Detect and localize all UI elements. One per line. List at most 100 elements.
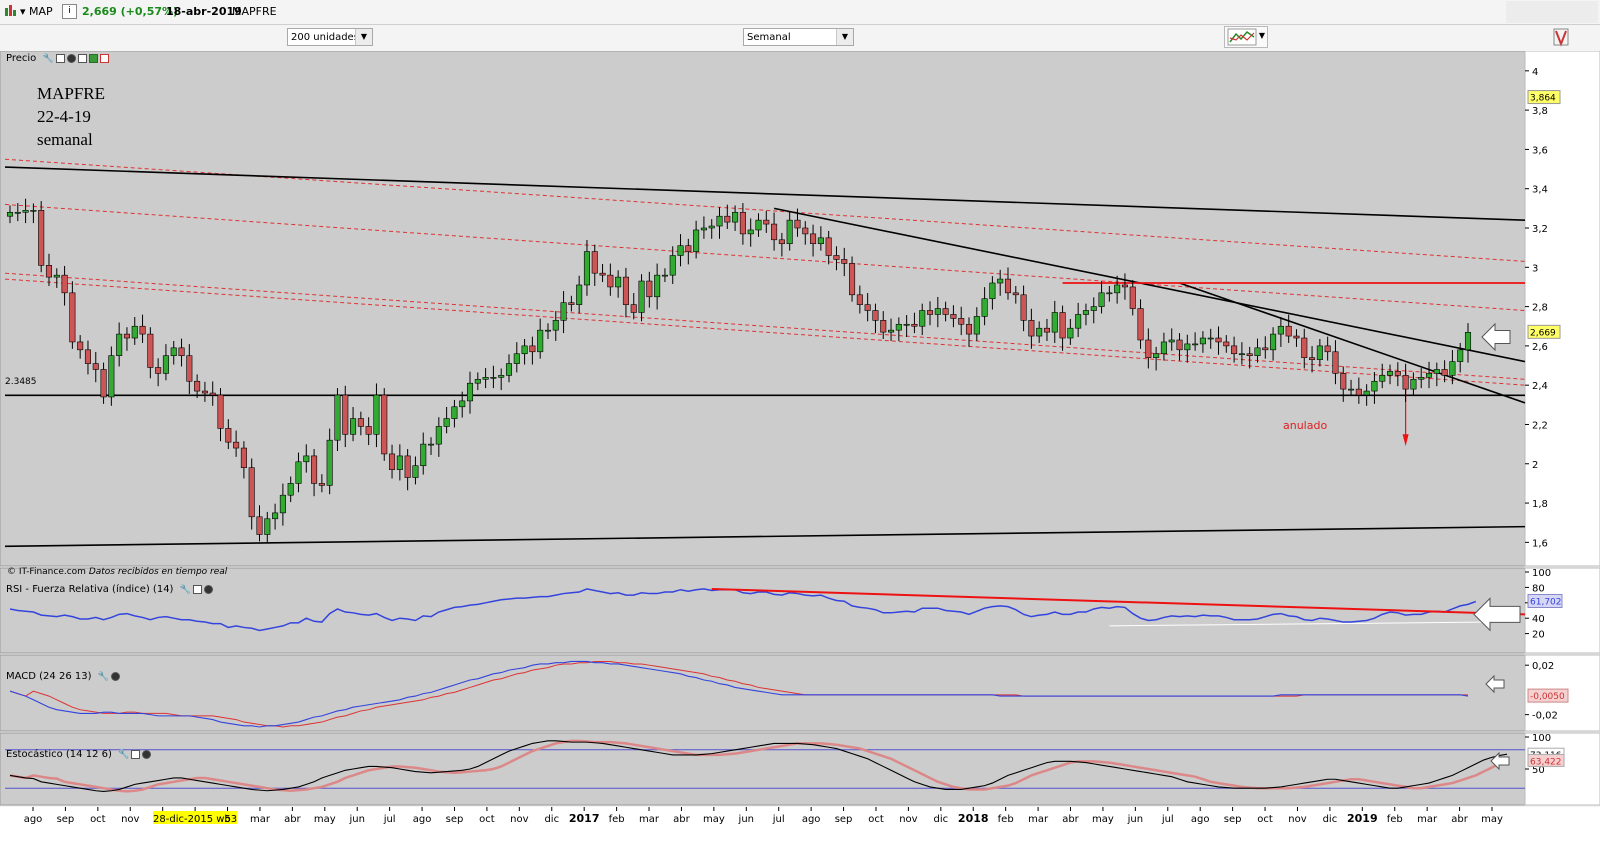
window-icon[interactable] — [131, 749, 141, 759]
candle-body — [794, 219, 801, 229]
candle-body — [295, 461, 302, 484]
candle-body — [1145, 339, 1152, 358]
candle-body — [1301, 337, 1308, 358]
candle-body — [92, 363, 99, 370]
x-tick-label: feb — [998, 814, 1014, 825]
export-icon[interactable] — [88, 53, 98, 63]
period-select[interactable]: Semanal ▼ — [743, 28, 854, 46]
wrench-icon[interactable]: 🔧 — [42, 54, 53, 64]
candle-body — [1137, 308, 1144, 341]
candle-body — [217, 394, 224, 429]
candle-body — [599, 272, 606, 276]
x-tick-label: b — [224, 814, 230, 825]
candle-body — [1004, 278, 1012, 294]
candle-body — [693, 229, 700, 252]
info-icon[interactable]: i — [62, 4, 77, 19]
chevron-down-icon: ▾ — [20, 5, 26, 18]
price-badge-label: 3,864 — [1530, 94, 1556, 104]
candle-body — [225, 428, 232, 443]
macd-tick-label: -0,02 — [1532, 711, 1558, 722]
candle-body — [1457, 349, 1464, 362]
candle-body — [973, 316, 980, 335]
close-icon[interactable] — [110, 671, 120, 681]
candle-body — [1246, 353, 1253, 357]
remove-icon[interactable] — [99, 53, 109, 63]
candle-body — [342, 394, 349, 435]
candle-body — [1082, 310, 1089, 315]
candle-body — [880, 320, 887, 333]
candlestick-icon[interactable] — [4, 4, 17, 17]
candle-body — [591, 251, 598, 274]
candle-body — [303, 455, 310, 463]
price-panel-header: Precio 🔧 — [6, 53, 109, 66]
candle-body — [435, 426, 442, 445]
candle-body — [537, 329, 544, 353]
annotation-date: 22-4-19 — [37, 107, 91, 126]
candle-body — [849, 263, 856, 296]
candle-body — [334, 394, 341, 441]
y-tick-label: 3,8 — [1532, 106, 1548, 117]
candle-body — [646, 280, 653, 298]
candle-body — [622, 276, 629, 305]
chevron-down-icon: ▼ — [1258, 31, 1265, 40]
candle-body — [1098, 292, 1105, 307]
x-tick-label: mar — [639, 814, 660, 825]
wrench-icon[interactable]: 🔧 — [98, 672, 109, 682]
window-icon[interactable] — [192, 584, 202, 594]
candle-body — [1051, 312, 1058, 333]
candle-body — [131, 325, 138, 339]
refresh-icon[interactable] — [1552, 26, 1570, 48]
rsi-panel-label: RSI - Fuerza Relativa (índice) (14) — [6, 584, 174, 595]
candle-body — [1153, 353, 1160, 358]
candle-body — [490, 377, 497, 379]
wrench-icon[interactable]: 🔧 — [180, 585, 191, 595]
candle-body — [1184, 343, 1191, 351]
y-tick-label: 1,8 — [1532, 499, 1548, 510]
candle-body — [763, 219, 770, 225]
units-select[interactable]: 200 unidades ▼ — [287, 28, 373, 46]
add-icon[interactable] — [77, 53, 87, 63]
window-controls[interactable] — [1506, 1, 1598, 23]
chart-type-button[interactable]: ▼ — [1224, 26, 1268, 48]
candle-body — [1223, 341, 1230, 347]
price-panel-label: Precio — [6, 53, 37, 64]
candle-body — [513, 353, 520, 364]
candle-body — [123, 333, 130, 339]
y-tick-label: 2,8 — [1532, 303, 1548, 314]
candle-body — [505, 363, 513, 376]
candle-body — [45, 265, 53, 278]
candle-body — [427, 443, 435, 446]
x-tick-label: 2017 — [569, 812, 600, 825]
candle-body — [162, 355, 169, 374]
candle-body — [560, 302, 567, 321]
candle-body — [630, 304, 637, 313]
x-tick-label: mar — [250, 814, 271, 825]
candle-body — [1293, 335, 1300, 339]
x-tick-label: jul — [1161, 814, 1174, 825]
candle-body — [170, 347, 177, 357]
candle-body — [248, 467, 255, 518]
close-icon[interactable] — [66, 53, 76, 63]
symbol-dropdown[interactable]: ▾ MAP — [20, 5, 53, 18]
x-tick-label: ago — [802, 814, 821, 825]
candle-body — [1036, 327, 1043, 337]
candle-body — [77, 341, 84, 351]
chart-annotation: MAPFRE 22-4-19 semanal — [37, 82, 105, 151]
units-select-value: 200 unidades — [291, 32, 359, 43]
close-icon[interactable] — [203, 584, 213, 594]
candle-body — [1254, 347, 1261, 357]
cancelled-label: anulado — [1283, 419, 1328, 432]
close-icon[interactable] — [142, 749, 152, 759]
candle-body — [607, 274, 614, 288]
chart-area[interactable]: 4 3,8 3,6 3,4 3,2 3 2,8 2,6 2,4 2,2 2 1,8 1,6 3,864 2,… — [0, 51, 1600, 843]
window-icon[interactable] — [55, 53, 65, 63]
candle-body — [903, 323, 910, 326]
candle-body — [264, 518, 271, 535]
wrench-icon[interactable]: 🔧 — [118, 750, 129, 760]
annotation-period: semanal — [37, 130, 93, 149]
candle-body — [1340, 373, 1347, 390]
candle-body — [482, 377, 489, 380]
y-tick-label: 3,2 — [1532, 224, 1548, 235]
candle-body — [373, 394, 380, 435]
candle-body — [1114, 284, 1121, 294]
